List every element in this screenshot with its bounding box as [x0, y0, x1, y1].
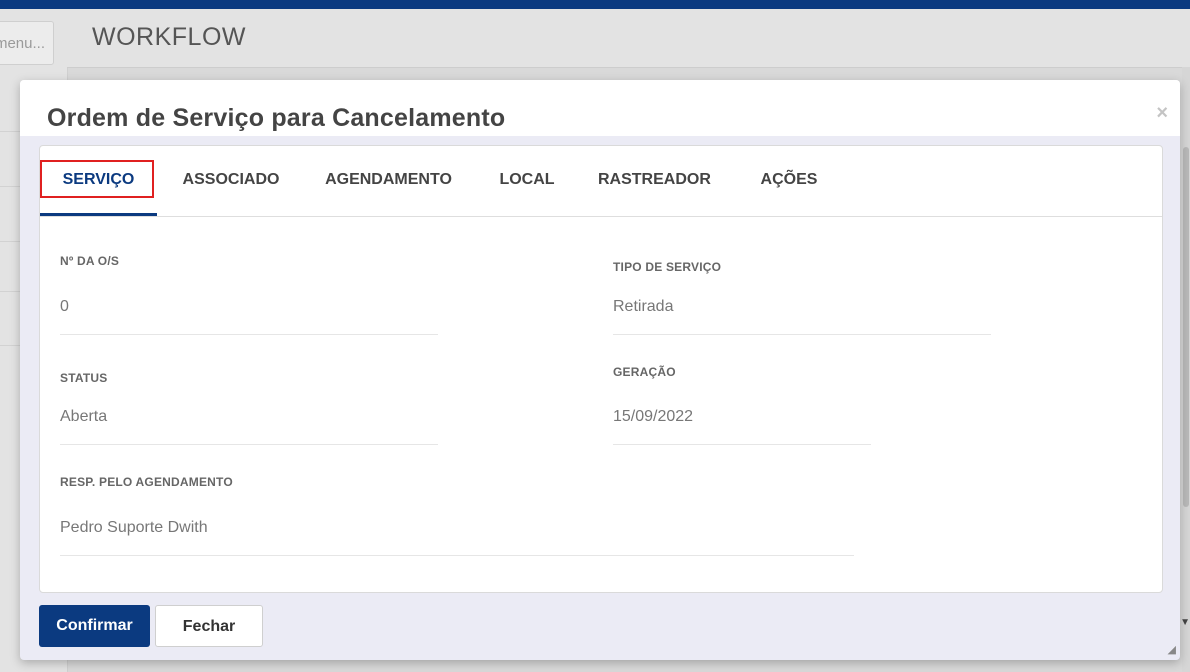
scrollbar-thumb[interactable]: [1183, 147, 1189, 507]
active-tab-underline: [40, 213, 157, 216]
resize-handle-icon[interactable]: ◢: [1168, 643, 1176, 656]
tab-rastreador[interactable]: RASTREADOR: [598, 160, 711, 200]
generation-label: GERAÇÃO: [613, 365, 676, 379]
status-label: STATUS: [60, 371, 108, 385]
cancel-order-modal: Ordem de Serviço para Cancelamento × SER…: [20, 80, 1180, 660]
scroll-down-icon[interactable]: ▼: [1180, 617, 1190, 628]
tab-bar: SERVIÇO ASSOCIADO AGENDAMENTO LOCAL RAST…: [40, 146, 1162, 217]
field-underline: [60, 555, 854, 556]
tab-local[interactable]: LOCAL: [493, 160, 561, 200]
tab-acoes[interactable]: AÇÕES: [755, 160, 823, 200]
page-scrollbar[interactable]: [1182, 67, 1190, 672]
modal-header: Ordem de Serviço para Cancelamento ×: [20, 80, 1180, 136]
modal-title: Ordem de Serviço para Cancelamento: [47, 104, 506, 132]
tab-agendamento[interactable]: AGENDAMENTO: [320, 160, 457, 200]
os-number-label: Nº DA O/S: [60, 254, 120, 268]
field-underline: [60, 334, 438, 335]
tab-associado[interactable]: ASSOCIADO: [175, 160, 287, 200]
status-value: Aberta: [60, 408, 108, 425]
service-type-value: Retirada: [613, 298, 674, 315]
close-button[interactable]: Fechar: [155, 605, 263, 647]
tab-panel: SERVIÇO ASSOCIADO AGENDAMENTO LOCAL RAST…: [39, 145, 1163, 593]
tab-servico[interactable]: SERVIÇO: [40, 160, 157, 200]
field-underline: [613, 444, 871, 445]
page-title: WORKFLOW: [92, 23, 246, 51]
os-number-value: 0: [60, 298, 69, 315]
confirm-button[interactable]: Confirmar: [39, 605, 150, 647]
service-type-label: TIPO DE SERVIÇO: [613, 260, 722, 274]
close-icon[interactable]: ×: [1156, 102, 1168, 125]
top-bar: [0, 0, 1190, 9]
page-header: WORKFLOW: [67, 9, 1190, 68]
scheduler-value: Pedro Suporte Dwith: [60, 519, 208, 536]
field-underline: [60, 444, 438, 445]
generation-value: 15/09/2022: [613, 408, 694, 425]
scheduler-label: RESP. PELO AGENDAMENTO: [60, 475, 233, 489]
field-underline: [613, 334, 991, 335]
menu-search-input[interactable]: menu...: [0, 21, 54, 65]
